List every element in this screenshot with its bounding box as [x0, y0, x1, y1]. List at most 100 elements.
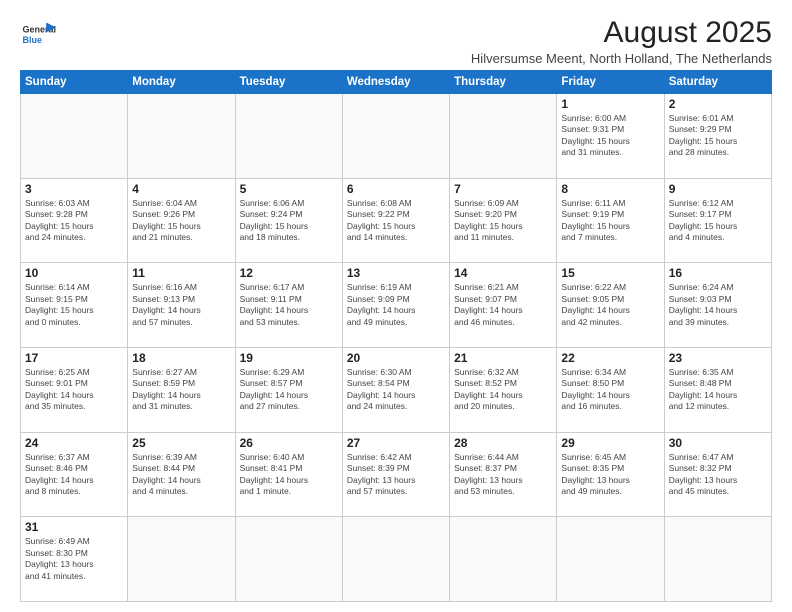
calendar-cell	[664, 517, 771, 602]
calendar-cell	[128, 94, 235, 179]
calendar-cell: 3Sunrise: 6:03 AM Sunset: 9:28 PM Daylig…	[21, 178, 128, 263]
day-number: 9	[669, 182, 767, 196]
day-sun-info: Sunrise: 6:37 AM Sunset: 8:46 PM Dayligh…	[25, 452, 123, 498]
day-number: 17	[25, 351, 123, 365]
day-sun-info: Sunrise: 6:22 AM Sunset: 9:05 PM Dayligh…	[561, 282, 659, 328]
day-sun-info: Sunrise: 6:32 AM Sunset: 8:52 PM Dayligh…	[454, 367, 552, 413]
calendar-cell: 8 Sunrise: 6:11 AM Sunset: 9:19 PM Daylig…	[557, 178, 664, 263]
calendar-week-row: 1 Sunrise: 6:00 AM Sunset: 9:31 PM Daylig…	[21, 94, 772, 179]
calendar-week-row: 24 Sunrise: 6:37 AM Sunset: 8:46 PM Dayli…	[21, 432, 772, 517]
day-number: 1	[561, 97, 659, 111]
calendar-cell	[342, 517, 449, 602]
day-sun-info: Sunrise: 6:44 AM Sunset: 8:37 PM Dayligh…	[454, 452, 552, 498]
calendar-cell: 20Sunrise: 6:30 AM Sunset: 8:54 PM Dayli…	[342, 347, 449, 432]
calendar-cell: 6Sunrise: 6:08 AM Sunset: 9:22 PM Daylig…	[342, 178, 449, 263]
location-subtitle: Hilversumse Meent, North Holland, The Ne…	[56, 51, 772, 66]
day-number: 31	[25, 520, 123, 534]
day-number: 8	[561, 182, 659, 196]
day-sun-info: Sunrise: 6:45 AM Sunset: 8:35 PM Dayligh…	[561, 452, 659, 498]
calendar-cell: 21 Sunrise: 6:32 AM Sunset: 8:52 PM Dayli…	[450, 347, 557, 432]
day-sun-info: Sunrise: 6:11 AM Sunset: 9:19 PM Dayligh…	[561, 198, 659, 244]
calendar-cell: 19 Sunrise: 6:29 AM Sunset: 8:57 PM Dayli…	[235, 347, 342, 432]
calendar-cell: 1 Sunrise: 6:00 AM Sunset: 9:31 PM Daylig…	[557, 94, 664, 179]
weekday-header-wednesday: Wednesday	[342, 71, 449, 94]
calendar-table: SundayMondayTuesdayWednesdayThursdayFrid…	[20, 70, 772, 602]
day-number: 25	[132, 436, 230, 450]
calendar-cell: 27Sunrise: 6:42 AM Sunset: 8:39 PM Dayli…	[342, 432, 449, 517]
calendar-cell: 14 Sunrise: 6:21 AM Sunset: 9:07 PM Dayli…	[450, 263, 557, 348]
calendar-cell: 23 Sunrise: 6:35 AM Sunset: 8:48 PM Dayli…	[664, 347, 771, 432]
day-sun-info: Sunrise: 6:01 AM Sunset: 9:29 PM Dayligh…	[669, 113, 767, 159]
weekday-header-row: SundayMondayTuesdayWednesdayThursdayFrid…	[21, 71, 772, 94]
calendar-cell: 12Sunrise: 6:17 AM Sunset: 9:11 PM Dayli…	[235, 263, 342, 348]
logo: General Blue	[20, 16, 56, 52]
calendar-cell: 10 Sunrise: 6:14 AM Sunset: 9:15 PM Dayli…	[21, 263, 128, 348]
day-sun-info: Sunrise: 6:42 AM Sunset: 8:39 PM Dayligh…	[347, 452, 445, 498]
day-number: 19	[240, 351, 338, 365]
calendar-cell: 18Sunrise: 6:27 AM Sunset: 8:59 PM Dayli…	[128, 347, 235, 432]
day-number: 7	[454, 182, 552, 196]
day-sun-info: Sunrise: 6:34 AM Sunset: 8:50 PM Dayligh…	[561, 367, 659, 413]
calendar-cell: 26 Sunrise: 6:40 AM Sunset: 8:41 PM Dayli…	[235, 432, 342, 517]
day-number: 21	[454, 351, 552, 365]
calendar-cell: 11 Sunrise: 6:16 AM Sunset: 9:13 PM Dayli…	[128, 263, 235, 348]
calendar-week-row: 17Sunrise: 6:25 AM Sunset: 9:01 PM Dayli…	[21, 347, 772, 432]
weekday-header-friday: Friday	[557, 71, 664, 94]
svg-text:Blue: Blue	[22, 35, 42, 45]
title-block: August 2025 Hilversumse Meent, North Hol…	[56, 16, 772, 66]
day-sun-info: Sunrise: 6:14 AM Sunset: 9:15 PM Dayligh…	[25, 282, 123, 328]
day-number: 14	[454, 266, 552, 280]
day-number: 26	[240, 436, 338, 450]
calendar-cell: 28 Sunrise: 6:44 AM Sunset: 8:37 PM Dayli…	[450, 432, 557, 517]
day-number: 30	[669, 436, 767, 450]
calendar-cell: 9 Sunrise: 6:12 AM Sunset: 9:17 PM Daylig…	[664, 178, 771, 263]
generalblue-logo-icon: General Blue	[20, 16, 56, 52]
day-number: 24	[25, 436, 123, 450]
day-sun-info: Sunrise: 6:29 AM Sunset: 8:57 PM Dayligh…	[240, 367, 338, 413]
calendar-cell	[557, 517, 664, 602]
day-sun-info: Sunrise: 6:40 AM Sunset: 8:41 PM Dayligh…	[240, 452, 338, 498]
calendar-cell: 15 Sunrise: 6:22 AM Sunset: 9:05 PM Dayli…	[557, 263, 664, 348]
weekday-header-thursday: Thursday	[450, 71, 557, 94]
day-number: 3	[25, 182, 123, 196]
calendar-cell	[128, 517, 235, 602]
calendar-cell: 25 Sunrise: 6:39 AM Sunset: 8:44 PM Dayli…	[128, 432, 235, 517]
calendar-cell: 31Sunrise: 6:49 AM Sunset: 8:30 PM Dayli…	[21, 517, 128, 602]
day-sun-info: Sunrise: 6:21 AM Sunset: 9:07 PM Dayligh…	[454, 282, 552, 328]
page: General Blue August 2025 Hilversumse Mee…	[0, 0, 792, 612]
day-number: 29	[561, 436, 659, 450]
calendar-cell	[450, 517, 557, 602]
day-sun-info: Sunrise: 6:39 AM Sunset: 8:44 PM Dayligh…	[132, 452, 230, 498]
day-sun-info: Sunrise: 6:35 AM Sunset: 8:48 PM Dayligh…	[669, 367, 767, 413]
day-number: 16	[669, 266, 767, 280]
day-number: 15	[561, 266, 659, 280]
day-number: 22	[561, 351, 659, 365]
day-number: 28	[454, 436, 552, 450]
calendar-cell: 22 Sunrise: 6:34 AM Sunset: 8:50 PM Dayli…	[557, 347, 664, 432]
day-number: 23	[669, 351, 767, 365]
day-sun-info: Sunrise: 6:09 AM Sunset: 9:20 PM Dayligh…	[454, 198, 552, 244]
day-number: 12	[240, 266, 338, 280]
day-number: 20	[347, 351, 445, 365]
day-sun-info: Sunrise: 6:12 AM Sunset: 9:17 PM Dayligh…	[669, 198, 767, 244]
day-number: 11	[132, 266, 230, 280]
calendar-cell	[342, 94, 449, 179]
calendar-week-row: 31Sunrise: 6:49 AM Sunset: 8:30 PM Dayli…	[21, 517, 772, 602]
day-sun-info: Sunrise: 6:16 AM Sunset: 9:13 PM Dayligh…	[132, 282, 230, 328]
weekday-header-saturday: Saturday	[664, 71, 771, 94]
day-number: 4	[132, 182, 230, 196]
calendar-body: 1 Sunrise: 6:00 AM Sunset: 9:31 PM Daylig…	[21, 94, 772, 602]
calendar-cell: 17Sunrise: 6:25 AM Sunset: 9:01 PM Dayli…	[21, 347, 128, 432]
calendar-cell: 16Sunrise: 6:24 AM Sunset: 9:03 PM Dayli…	[664, 263, 771, 348]
calendar-cell	[235, 94, 342, 179]
day-sun-info: Sunrise: 6:00 AM Sunset: 9:31 PM Dayligh…	[561, 113, 659, 159]
weekday-header-sunday: Sunday	[21, 71, 128, 94]
day-number: 10	[25, 266, 123, 280]
month-year-title: August 2025	[56, 16, 772, 49]
day-sun-info: Sunrise: 6:47 AM Sunset: 8:32 PM Dayligh…	[669, 452, 767, 498]
day-sun-info: Sunrise: 6:08 AM Sunset: 9:22 PM Dayligh…	[347, 198, 445, 244]
calendar-cell: 5Sunrise: 6:06 AM Sunset: 9:24 PM Daylig…	[235, 178, 342, 263]
day-number: 5	[240, 182, 338, 196]
calendar-cell: 24 Sunrise: 6:37 AM Sunset: 8:46 PM Dayli…	[21, 432, 128, 517]
weekday-header-monday: Monday	[128, 71, 235, 94]
